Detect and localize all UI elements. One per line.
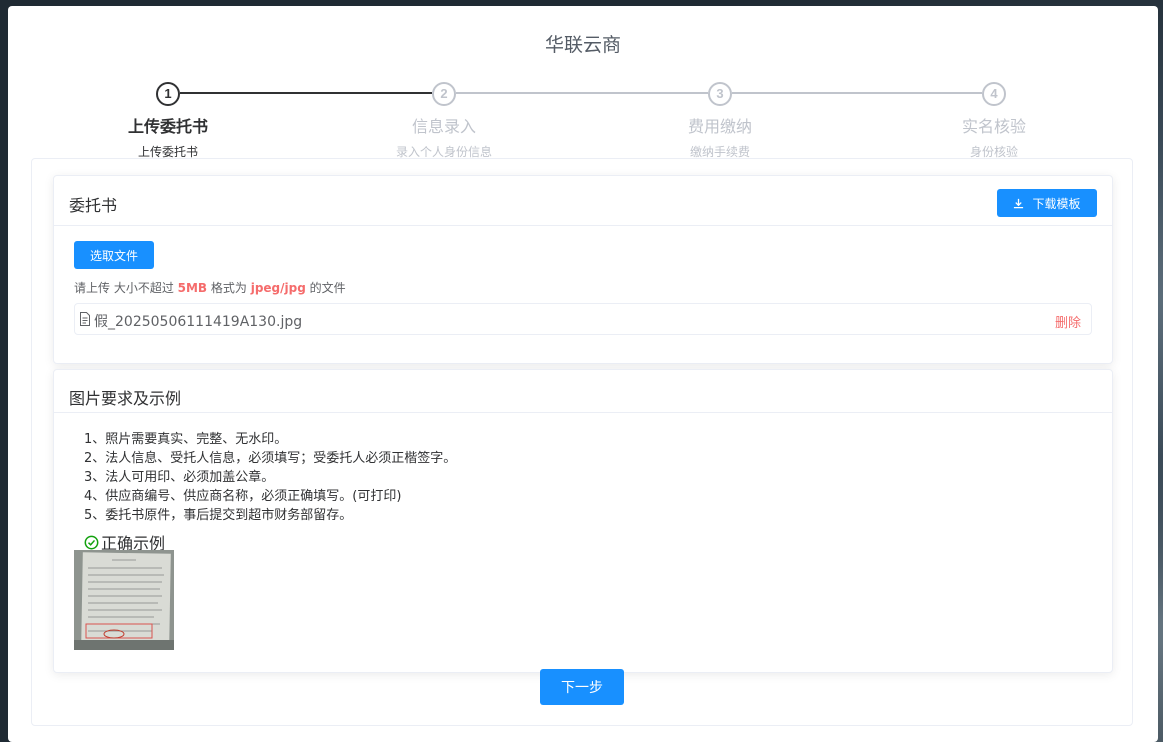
step-3: 3 费用缴纳 缴纳手续费 [610, 82, 830, 160]
download-template-label: 下载模板 [1032, 196, 1081, 211]
step-1: 1 上传委托书 上传委托书 [58, 82, 278, 160]
tip-middle: 格式为 [207, 281, 251, 295]
upload-card-title: 委托书 [69, 196, 118, 215]
requirement-item: 3、法人可用印、必须加盖公章。 [84, 470, 275, 485]
step-2: 2 信息录入 录入个人身份信息 [334, 82, 554, 160]
example-document-thumbnail [74, 550, 174, 650]
next-step-button[interactable]: 下一步 [540, 669, 624, 705]
upload-tip: 请上传 大小不超过 5MB 格式为 jpeg/jpg 的文件 [74, 279, 346, 296]
requirement-item: 2、法人信息、受托人信息，必须填写；受委托人必须正楷签字。 [84, 451, 457, 466]
requirement-item: 1、照片需要真实、完整、无水印。 [84, 432, 288, 447]
main-panel: 委托书 下载模板 选取文件 请上传 大小不超过 5MB 格式为 jpeg/jpg… [31, 158, 1133, 726]
example-document-image[interactable] [74, 550, 174, 650]
download-icon [1014, 198, 1024, 208]
app-title: 华联云商 [544, 34, 621, 56]
uploaded-file-item[interactable]: 假_20250506111419A130.jpg 删除 [74, 303, 1092, 335]
requirement-item: 5、委托书原件，事后提交到超市财务部留存。 [84, 508, 353, 523]
tip-size: 5MB [177, 281, 208, 295]
tip-format: jpeg/jpg [250, 281, 306, 295]
document-icon [80, 312, 90, 326]
tip-prefix: 请上传 大小不超过 [74, 281, 178, 295]
step-2-title: 信息录入 [411, 117, 476, 136]
step-3-title: 费用缴纳 [687, 117, 752, 136]
step-3-number: 3 [708, 82, 732, 106]
step-4-title: 实名核验 [961, 117, 1026, 136]
step-4: 4 实名核验 身份核验 [884, 82, 1104, 160]
requirement-item: 4、供应商编号、供应商名称，必须正确填写。(可打印) [84, 489, 402, 504]
step-1-number: 1 [156, 82, 180, 106]
select-file-button[interactable]: 选取文件 [74, 241, 154, 269]
upload-card-body: 选取文件 请上传 大小不超过 5MB 格式为 jpeg/jpg 的文件 假_20… [54, 226, 1112, 364]
requirements-card-header: 图片要求及示例 [54, 370, 1112, 413]
wizard-dialog: 华联云商 1 上传委托书 上传委托书 2 信息录入 录入个人身份信息 3 费用缴… [8, 6, 1158, 742]
step-2-number: 2 [432, 82, 456, 106]
steps-bar: 1 上传委托书 上传委托书 2 信息录入 录入个人身份信息 3 费用缴纳 缴纳手… [8, 82, 1158, 162]
check-circle-icon [84, 535, 99, 549]
step-1-title: 上传委托书 [127, 117, 208, 136]
requirements-list: 1、照片需要真实、完整、无水印。 2、法人信息、受托人信息，必须填写；受委托人必… [84, 430, 456, 525]
uploaded-file-name: 假_20250506111419A130.jpg [94, 314, 303, 330]
requirements-card: 图片要求及示例 1、照片需要真实、完整、无水印。 2、法人信息、受托人信息，必须… [53, 369, 1113, 673]
delete-file-button[interactable]: 删除 [1055, 312, 1081, 331]
upload-card: 委托书 下载模板 选取文件 请上传 大小不超过 5MB 格式为 jpeg/jpg… [53, 175, 1113, 364]
requirements-card-title: 图片要求及示例 [69, 389, 182, 408]
download-template-button[interactable]: 下载模板 [997, 189, 1097, 217]
upload-card-header: 委托书 下载模板 [54, 176, 1112, 226]
tip-suffix: 的文件 [305, 281, 346, 295]
step-4-number: 4 [982, 82, 1006, 106]
